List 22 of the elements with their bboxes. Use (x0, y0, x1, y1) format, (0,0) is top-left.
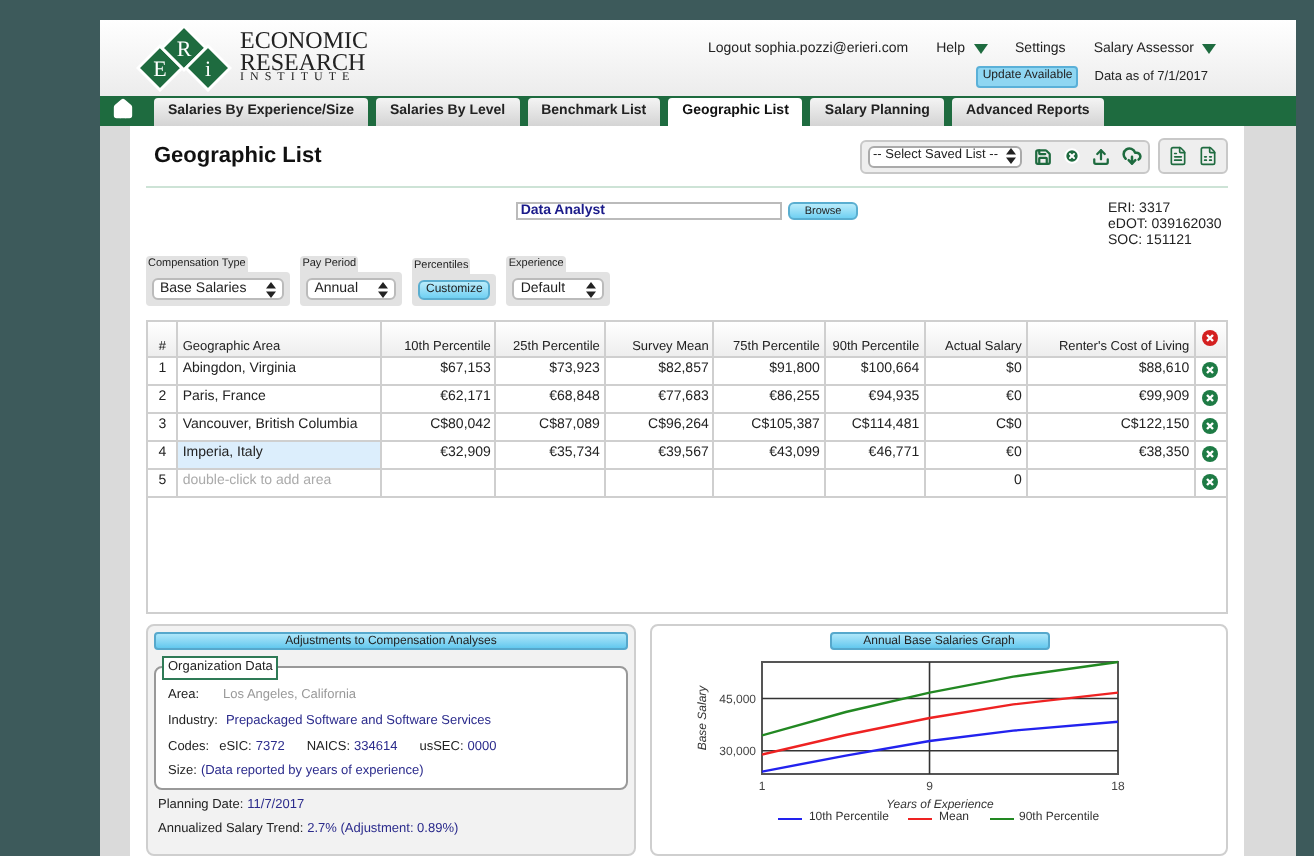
logo-text: ECONOMIC (240, 29, 369, 53)
x-circle-icon[interactable] (1202, 418, 1219, 434)
logo-text: RESEARCH (240, 52, 366, 75)
updown-arrows-icon (378, 281, 388, 298)
page-title: Geographic List (154, 141, 322, 172)
caret-icon (1202, 44, 1216, 55)
updown-arrows-icon (585, 281, 596, 298)
spreadsheet-file-icon[interactable] (1198, 146, 1218, 166)
updown-arrows-icon (1006, 148, 1016, 164)
x-circle-icon[interactable] (1202, 446, 1219, 462)
upload-icon[interactable] (1092, 147, 1110, 165)
x-circle-icon[interactable] (1202, 390, 1219, 406)
x-circle-icon[interactable] (1202, 330, 1219, 347)
updown-arrows-icon (266, 281, 277, 298)
save-icon[interactable] (1034, 147, 1052, 165)
x-circle-icon[interactable] (1064, 148, 1080, 164)
cloud-download-icon[interactable] (1122, 146, 1142, 166)
caret-icon (973, 44, 988, 55)
home-icon[interactable] (112, 98, 134, 120)
pdf-file-icon[interactable] (1168, 146, 1188, 166)
x-circle-icon[interactable] (1202, 362, 1219, 378)
x-circle-icon[interactable] (1202, 474, 1219, 490)
